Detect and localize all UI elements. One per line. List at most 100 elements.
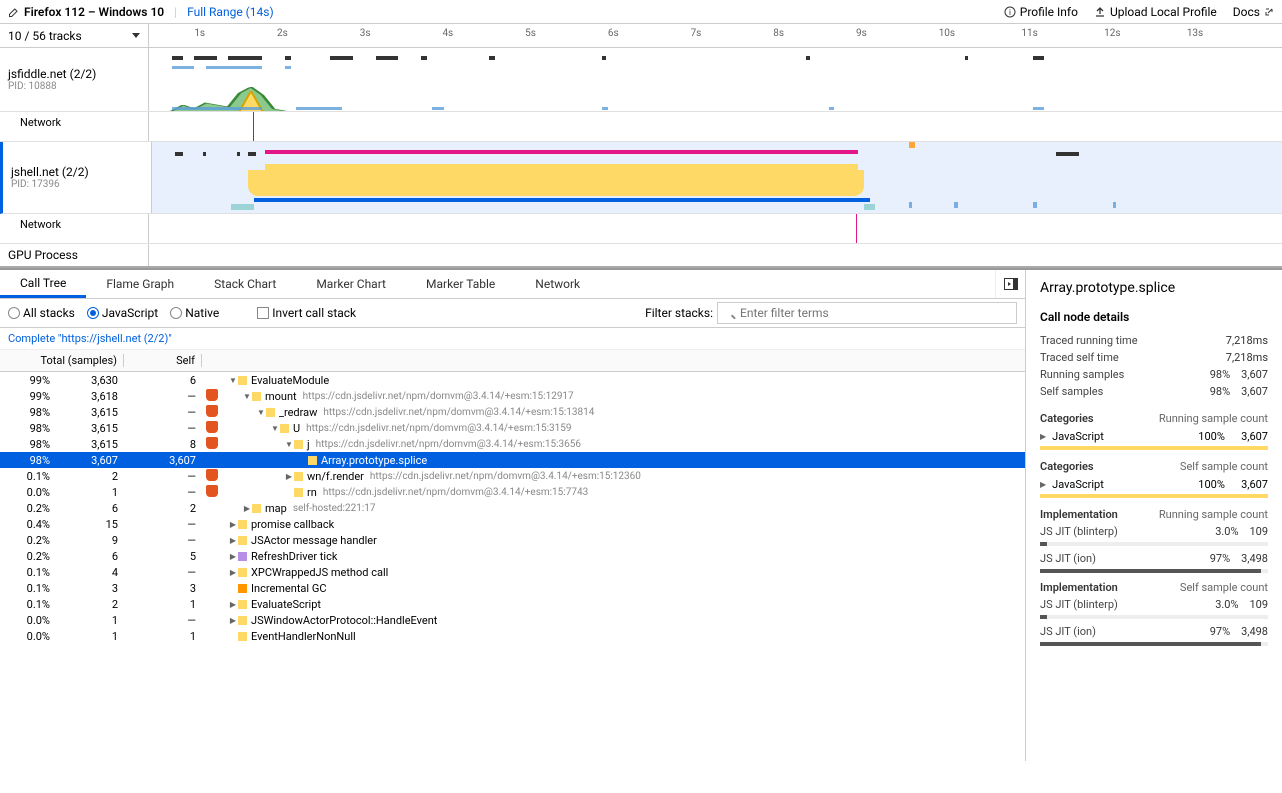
category-swatch xyxy=(238,536,247,545)
calltree-toolbar: All stacks JavaScript Native Invert call s… xyxy=(0,299,1025,328)
tree-row[interactable]: 0.1%4—▶XPCWrappedJS method call xyxy=(0,564,1025,580)
twisty-icon[interactable]: ▶ xyxy=(228,615,238,625)
tree-row[interactable]: 0.2%65▶RefreshDriver tick xyxy=(0,548,1025,564)
timeline-ruler[interactable]: 1s2s3s4s5s6s7s8s9s10s11s12s13s xyxy=(149,24,1282,47)
tab-call-tree[interactable]: Call Tree xyxy=(0,270,86,298)
twisty-icon[interactable]: ▼ xyxy=(256,407,266,417)
twisty-icon[interactable]: ▼ xyxy=(228,375,238,385)
tree-row[interactable]: 98%3,6073,607Array.prototype.splice xyxy=(0,452,1025,468)
sidebar-node-title: Array.prototype.splice xyxy=(1040,280,1268,296)
track-content[interactable] xyxy=(149,112,1282,141)
track-row[interactable]: GPU Process xyxy=(0,244,1282,268)
detail-tabs: Call TreeFlame GraphStack ChartMarker Ch… xyxy=(0,270,1025,299)
tab-stack-chart[interactable]: Stack Chart xyxy=(194,270,296,298)
external-link-icon xyxy=(1264,7,1274,17)
tree-row[interactable]: 98%3,615—▼_redrawhttps://cdn.jsdelivr.ne… xyxy=(0,404,1025,420)
twisty-icon xyxy=(228,631,238,641)
docs-link[interactable]: Docs xyxy=(1233,5,1274,19)
track-pid: PID: 17396 xyxy=(11,179,143,190)
stack-type-radio[interactable]: All stacks xyxy=(8,306,75,320)
tree-row[interactable]: 0.1%21▶EvaluateScript xyxy=(0,596,1025,612)
tree-row[interactable]: 0.2%9—▶JSActor message handler xyxy=(0,532,1025,548)
ruler-tick: 4s xyxy=(442,28,453,39)
tree-row[interactable]: 0.0%1—rnhttps://cdn.jsdelivr.net/npm/dom… xyxy=(0,484,1025,500)
stack-type-radio[interactable]: Native xyxy=(170,306,219,320)
category-row[interactable]: ▶JavaScript100% 3,607 xyxy=(1040,427,1268,446)
ext-badge-icon xyxy=(206,437,218,449)
tree-row[interactable]: 98%3,615—▼Uhttps://cdn.jsdelivr.net/npm/… xyxy=(0,420,1025,436)
profile-info-button[interactable]: i Profile Info xyxy=(1004,5,1078,19)
tree-row[interactable]: 0.0%1—▶JSWindowActorProtocol::HandleEven… xyxy=(0,612,1025,628)
tree-row[interactable]: 0.1%2—▶wn/f.renderhttps://cdn.jsdelivr.n… xyxy=(0,468,1025,484)
edit-icon xyxy=(8,6,20,18)
tree-row[interactable]: 0.0%11EventHandlerNonNull xyxy=(0,628,1025,644)
top-bar: Firefox 112 – Windows 10 | Full Range (1… xyxy=(0,0,1282,24)
profile-name[interactable]: Firefox 112 – Windows 10 xyxy=(8,5,164,19)
twisty-icon[interactable]: ▼ xyxy=(270,423,280,433)
twisty-icon[interactable]: ▶ xyxy=(228,567,238,577)
twisty-icon[interactable]: ▶ xyxy=(228,535,238,545)
sidebar: Array.prototype.splice Call node details… xyxy=(1026,270,1282,761)
twisty-icon[interactable]: ▼ xyxy=(242,391,252,401)
category-swatch xyxy=(238,616,247,625)
twisty-icon[interactable]: ▶ xyxy=(228,551,238,561)
ruler-tick: 9s xyxy=(856,28,867,39)
track-title: GPU Process xyxy=(8,248,140,262)
twisty-icon xyxy=(228,583,238,593)
twisty-icon[interactable]: ▶ xyxy=(228,519,238,529)
ext-badge-icon xyxy=(206,421,218,433)
filter-stacks-input[interactable] xyxy=(717,302,1017,324)
twisty-icon xyxy=(298,455,308,465)
track-content[interactable] xyxy=(149,244,1282,266)
thread-breadcrumb[interactable]: Complete "https://jshell.net (2/2)" xyxy=(0,328,1025,350)
filter-label: Filter stacks: xyxy=(645,306,713,320)
call-tree[interactable]: 99%3,6306▼EvaluateModule99%3,618—▼mounth… xyxy=(0,372,1025,761)
category-swatch xyxy=(238,568,247,577)
category-swatch xyxy=(238,552,247,561)
tree-row[interactable]: 0.2%62▶mapself-hosted:221:17 xyxy=(0,500,1025,516)
twisty-icon[interactable]: ▶ xyxy=(228,599,238,609)
tree-row[interactable]: 99%3,6306▼EvaluateModule xyxy=(0,372,1025,388)
track-network-row[interactable]: Network xyxy=(0,214,1282,244)
track-network-label: Network xyxy=(0,214,149,243)
twisty-icon[interactable]: ▼ xyxy=(284,439,294,449)
track-network-label: Network xyxy=(0,112,149,141)
track-pid: PID: 10888 xyxy=(8,81,140,92)
tree-header: Total (samples) Self xyxy=(0,350,1025,372)
invert-checkbox[interactable]: Invert call stack xyxy=(257,306,356,320)
details-panes: Call TreeFlame GraphStack ChartMarker Ch… xyxy=(0,268,1282,761)
tab-marker-chart[interactable]: Marker Chart xyxy=(296,270,406,298)
tree-row[interactable]: 0.1%33Incremental GC xyxy=(0,580,1025,596)
upload-profile-button[interactable]: Upload Local Profile xyxy=(1094,5,1217,19)
tab-flame-graph[interactable]: Flame Graph xyxy=(86,270,194,298)
toggle-sidebar-button[interactable] xyxy=(995,270,1025,298)
track-content[interactable] xyxy=(149,48,1282,111)
twisty-icon[interactable]: ▶ xyxy=(242,503,252,513)
ruler-tick: 1s xyxy=(194,28,205,39)
track-row[interactable]: jshell.net (2/2) PID: 17396 xyxy=(0,142,1282,214)
ruler-tick: 6s xyxy=(608,28,619,39)
tree-row[interactable]: 99%3,618—▼mounthttps://cdn.jsdelivr.net/… xyxy=(0,388,1025,404)
ruler-tick: 12s xyxy=(1104,28,1120,39)
category-swatch xyxy=(238,584,247,593)
tree-row[interactable]: 98%3,6158▼jhttps://cdn.jsdelivr.net/npm/… xyxy=(0,436,1025,452)
track-row[interactable]: jsfiddle.net (2/2) PID: 10888 xyxy=(0,48,1282,112)
tracks-area: jsfiddle.net (2/2) PID: 10888 Network js… xyxy=(0,48,1282,268)
tab-network[interactable]: Network xyxy=(515,270,600,298)
category-swatch xyxy=(252,392,261,401)
chevron-down-icon xyxy=(132,33,140,38)
track-content[interactable] xyxy=(152,142,1282,213)
range-breadcrumb[interactable]: Full Range (14s) xyxy=(187,5,274,19)
ext-badge-icon xyxy=(206,485,218,497)
track-content[interactable] xyxy=(149,214,1282,243)
stack-type-radio[interactable]: JavaScript xyxy=(87,306,158,320)
track-count-dropdown[interactable]: 10 / 56 tracks xyxy=(0,24,149,47)
twisty-icon[interactable]: ▶ xyxy=(284,471,294,481)
category-swatch xyxy=(238,376,247,385)
category-row[interactable]: ▶JavaScript100% 3,607 xyxy=(1040,475,1268,494)
category-swatch xyxy=(280,424,289,433)
tree-row[interactable]: 0.4%15—▶promise callback xyxy=(0,516,1025,532)
tab-marker-table[interactable]: Marker Table xyxy=(406,270,515,298)
track-network-row[interactable]: Network xyxy=(0,112,1282,142)
category-swatch xyxy=(238,632,247,641)
